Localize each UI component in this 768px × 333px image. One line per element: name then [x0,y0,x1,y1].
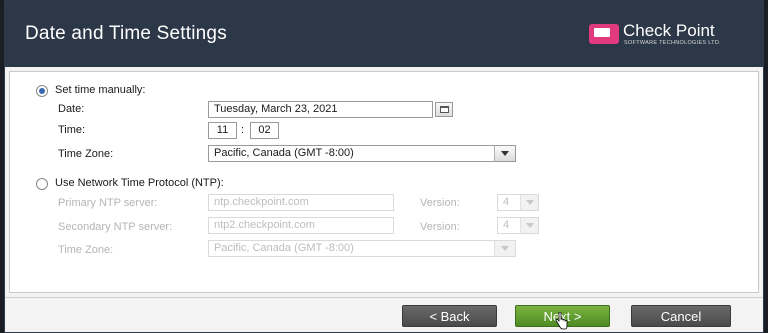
logo-name: Check Point [623,21,715,40]
secondary-version-select[interactable]: 4 [497,217,539,234]
minute-field[interactable]: 02 [250,122,279,139]
settings-panel: Set time manually: Date: Tuesday, March … [9,71,759,293]
page-title: Date and Time Settings [25,23,227,44]
primary-ntp-field[interactable]: ntp.checkpoint.com [208,194,394,211]
primary-version-select[interactable]: 4 [497,194,539,211]
ntp-timezone-label: Time Zone: [58,244,114,256]
chevron-down-icon [525,200,534,205]
timezone-value: Pacific, Canada (GMT -8:00) [214,147,354,159]
secondary-ntp-label: Secondary NTP server: [58,221,173,233]
cancel-button[interactable]: Cancel [631,305,731,327]
date-field[interactable]: Tuesday, March 23, 2021 [208,101,433,118]
logo-mark-icon [589,24,619,44]
ntp-radio-row[interactable] [36,178,48,190]
calendar-button[interactable] [435,102,453,117]
logo-tagline: SOFTWARE TECHNOLOGIES LTD. [624,40,721,46]
primary-ntp-label: Primary NTP server: [58,197,158,209]
hand-cursor-icon [555,312,568,330]
footer-divider [5,297,763,298]
ntp-timezone-select[interactable]: Pacific, Canada (GMT -8:00) [208,240,516,257]
time-label: Time: [58,124,86,136]
secondary-version-label: Version: [420,221,460,233]
hour-field[interactable]: 11 [208,122,237,139]
date-label: Date: [58,103,85,115]
secondary-ntp-field[interactable]: ntp2.checkpoint.com [208,217,394,234]
secondary-version-value: 4 [503,219,510,231]
primary-version-dropdown[interactable] [520,195,538,210]
back-button[interactable]: < Back [402,305,497,327]
manual-radio-row[interactable] [36,85,48,97]
dialog-window: Date and Time Settings Check Point SOFTW… [4,0,764,333]
manual-radio[interactable] [36,85,48,97]
secondary-version-dropdown[interactable] [520,218,538,233]
primary-version-value: 4 [503,196,510,208]
ntp-radio-label[interactable]: Use Network Time Protocol (NTP): [55,177,224,189]
timezone-dropdown-button[interactable] [494,146,515,161]
check-point-logo: Check Point SOFTWARE TECHNOLOGIES LTD. [589,21,749,51]
timezone-label: Time Zone: [58,148,114,160]
chevron-down-icon [501,151,509,156]
calendar-icon [440,106,449,113]
chevron-down-icon [525,223,534,228]
ntp-timezone-value: Pacific, Canada (GMT -8:00) [214,242,354,254]
ntp-radio[interactable] [36,178,48,190]
chevron-down-icon [501,246,509,251]
ntp-timezone-dropdown-button[interactable] [494,241,515,256]
manual-radio-label[interactable]: Set time manually: [55,84,145,96]
time-separator: : [241,124,245,136]
primary-version-label: Version: [420,197,460,209]
dialog-header: Date and Time Settings Check Point SOFTW… [5,1,763,67]
timezone-select[interactable]: Pacific, Canada (GMT -8:00) [208,145,516,162]
